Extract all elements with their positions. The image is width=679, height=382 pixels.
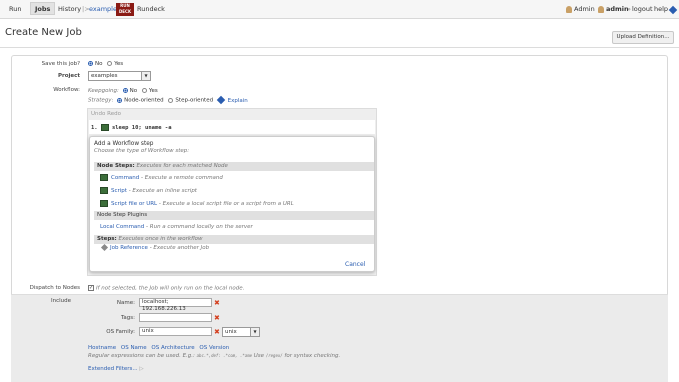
add-workflow-step-dialog: Add a Workflow step Choose the type of W… [89,136,375,272]
strategy-node-radio[interactable] [117,97,123,103]
help-icon [668,5,678,15]
command-step-option[interactable]: Command - Execute a remote command [100,174,223,181]
workflow-label: Workflow: [53,87,80,93]
tags-label: Tags: [120,315,135,321]
keepgoing-no-radio[interactable] [122,88,128,93]
redo-button[interactable]: Redo [107,111,121,117]
script-file-step-option[interactable]: Script file or URL - Execute a local scr… [100,200,294,207]
save-job-radio-group: No Yes [88,61,123,67]
script-step-option[interactable]: Script - Execute an inline script [100,187,197,194]
terminal-icon [100,174,108,181]
script-file-icon [100,200,108,207]
rundeck-logo: RUN DECK [116,3,134,16]
expand-arrow-icon: ▷ [139,366,144,372]
user-icon [598,5,604,13]
extended-filters-link[interactable]: Extended Filters... ▷ [88,366,144,372]
help-link[interactable]: help [654,5,668,13]
user-menu[interactable]: admin [598,5,629,13]
hostname-link[interactable]: Hostname [88,345,116,351]
os-architecture-link[interactable]: OS Architecture [151,345,194,351]
app-name: Rundeck [137,5,165,13]
save-job-label: Save this job? [41,61,80,67]
steps-header: Steps: Executes once in the workflow [94,235,374,244]
undo-button[interactable]: Undo [91,111,105,117]
nav-history-tab[interactable]: History [58,5,81,13]
os-family-input[interactable]: unix [139,327,212,336]
project-label: Project [57,73,80,79]
required-x-icon: ✖ [214,299,220,307]
explain-icon [216,95,226,105]
os-family-label: OS Family: [106,329,135,335]
name-label: Name: [116,300,135,306]
os-name-link[interactable]: OS Name [121,345,147,351]
nav-run-tab[interactable]: Run [9,5,21,13]
nav-jobs-tab[interactable]: Jobs [30,2,56,15]
admin-link[interactable]: Admin [566,5,595,13]
admin-tools-icon [566,5,572,13]
add-step-subtitle: Choose the type of Workflow step: [94,148,190,154]
keepgoing-row: Keepgoing: No Yes [88,88,158,94]
keepgoing-yes-radio[interactable] [141,88,147,93]
job-reference-option[interactable]: Job Reference - Execute another Job [100,243,209,252]
filter-attribute-links: Hostname OS Name OS Architecture OS Vers… [88,345,229,351]
os-family-select[interactable]: unix ▼ [222,327,260,337]
dispatch-checkbox[interactable]: ✓ [88,285,94,291]
save-no-radio[interactable] [88,61,93,66]
dispatch-row: ✓ If not selected, the Job will only run … [88,285,245,292]
page-title: Create New Job [5,27,82,38]
cancel-link[interactable]: Cancel [345,261,365,268]
top-nav-bar: Run Jobs History |> examples RUN DECK Ru… [0,0,679,19]
chevron-down-icon: ▼ [141,72,150,80]
workflow-step-1[interactable]: 1. sleep 10; uname -a [91,124,172,131]
add-step-title: Add a Workflow step [94,141,154,147]
project-select[interactable]: examples ▼ [88,71,151,81]
terminal-icon [100,124,109,131]
include-label: Include [50,298,71,304]
script-icon [100,187,108,194]
regex-hint: Regular expressions can be used. E.g.: a… [88,353,341,359]
strategy-step-radio[interactable] [168,97,174,103]
job-reference-icon [100,243,109,252]
logout-link[interactable]: logout [632,5,653,13]
explain-link[interactable]: Explain [228,98,248,104]
required-x-icon: ✖ [214,314,220,322]
dispatch-label: Dispatch to Nodes [29,285,80,291]
node-step-plugins-header: Node Step Plugins [94,211,374,220]
chevron-down-icon: ▼ [250,328,259,336]
tags-filter-input[interactable] [139,313,212,322]
undo-redo: Undo Redo [91,111,121,117]
required-x-icon: ✖ [214,328,220,336]
strategy-row: Strategy: Node-oriented Step-oriented Ex… [88,95,248,105]
save-yes-radio[interactable] [107,61,113,66]
name-filter-input[interactable]: localhost; 192.168.226.13 [139,298,212,312]
upload-definition-button[interactable]: Upload Definition... [612,31,674,44]
os-version-link[interactable]: OS Version [199,345,229,351]
local-command-option[interactable]: Local Command - Run a command locally on… [100,224,253,230]
node-steps-header: Node Steps: Executes for each matched No… [94,162,374,171]
title-divider [0,47,679,48]
